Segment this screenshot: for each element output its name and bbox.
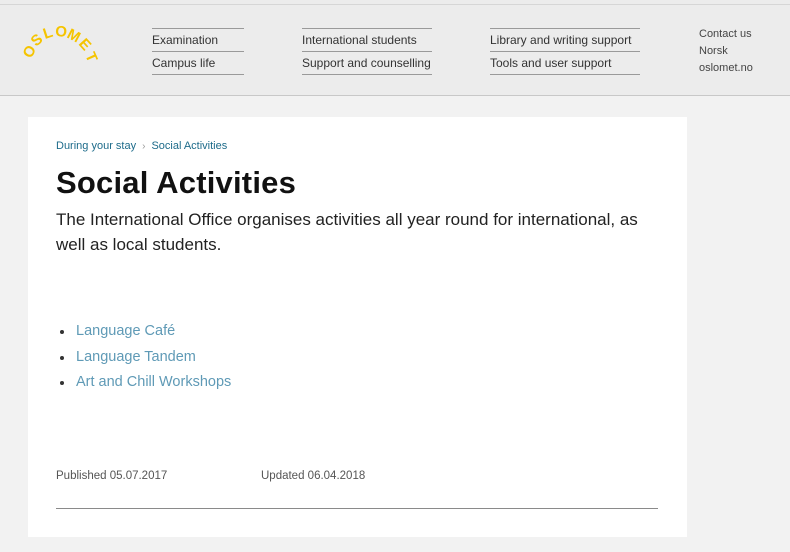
breadcrumb-parent-link[interactable]: During your stay: [56, 140, 136, 152]
list-item: Language Tandem: [58, 345, 231, 371]
nav-column-3: Library and writing support Tools and us…: [490, 28, 640, 75]
nav-link-tools-and-user-support[interactable]: Tools and user support: [490, 51, 640, 75]
nav-link-international-students[interactable]: International students: [302, 28, 432, 51]
nav-column-1: Examination Campus life: [152, 28, 244, 75]
breadcrumb-separator-icon: ›: [142, 141, 146, 152]
list-item: Language Café: [58, 319, 231, 345]
updated-date: Updated 06.04.2018: [261, 470, 366, 482]
breadcrumb-current-link[interactable]: Social Activities: [151, 140, 227, 152]
bullet-icon: [60, 330, 64, 334]
language-cafe-link[interactable]: Language Café: [76, 323, 175, 339]
nav-link-examination[interactable]: Examination: [152, 28, 244, 51]
logo-letter: T: [81, 50, 100, 65]
art-and-chill-workshops-link[interactable]: Art and Chill Workshops: [76, 374, 231, 390]
oslomet-home-link[interactable]: oslomet.no: [699, 60, 779, 77]
site-header: O S L O M E T Examination Campus life In…: [0, 0, 790, 96]
content-card: During your stay › Social Activities Socia…: [28, 117, 687, 537]
language-switch-link[interactable]: Norsk: [699, 43, 779, 60]
activity-links-list: Language Café Language Tandem Art and Ch…: [58, 319, 231, 396]
nav-link-support-and-counselling[interactable]: Support and counselling: [302, 51, 432, 75]
header-topline: [0, 4, 790, 5]
page-title: Social Activities: [56, 165, 297, 200]
bullet-icon: [60, 381, 64, 385]
nav-link-campus-life[interactable]: Campus life: [152, 51, 244, 75]
breadcrumb: During your stay › Social Activities: [56, 140, 227, 152]
utility-links: Contact us Norsk oslomet.no: [699, 26, 779, 77]
bullet-icon: [60, 355, 64, 360]
page-lead: The International Office organises activ…: [56, 210, 638, 254]
published-date: Published 05.07.2017: [56, 470, 168, 482]
nav-link-library-and-writing-support[interactable]: Library and writing support: [490, 28, 640, 51]
language-tandem-link[interactable]: Language Tandem: [76, 349, 196, 365]
oslomet-logo[interactable]: O S L O M E T: [22, 26, 100, 70]
nav-column-2: International students Support and couns…: [302, 28, 432, 75]
contact-us-link[interactable]: Contact us: [699, 26, 779, 43]
list-item: Art and Chill Workshops: [58, 370, 231, 396]
footer-divider: [56, 508, 658, 509]
